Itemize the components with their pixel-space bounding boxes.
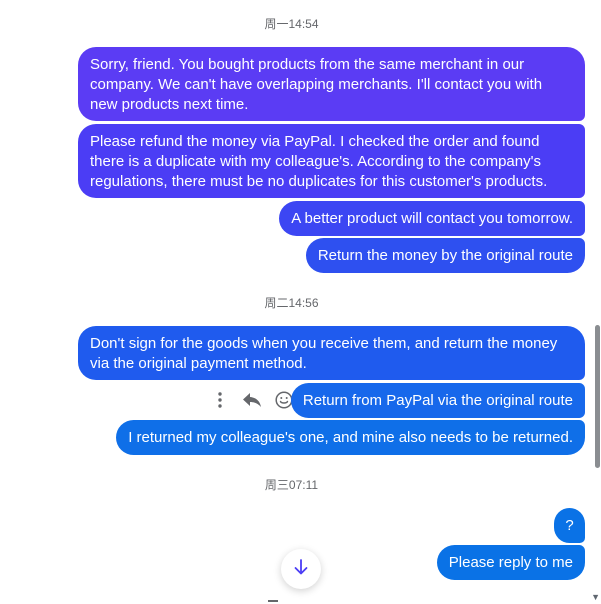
message-text: Please refund the money via PayPal. I ch…	[90, 133, 548, 190]
message-bubble[interactable]: Return from PayPal via the original rout…	[290, 383, 585, 418]
chat-thread: 周一14:54 Sorry, friend. You bought produc…	[0, 0, 601, 604]
message-text: A better product will contact you tomorr…	[291, 210, 573, 227]
message-bubble[interactable]: Don't sign for the goods when you receiv…	[78, 326, 585, 380]
message-bubble[interactable]: Sorry, friend. You bought products from …	[78, 47, 585, 121]
message-bubble[interactable]: Please refund the money via PayPal. I ch…	[78, 124, 585, 198]
timestamp-partial	[268, 600, 278, 602]
scrollbar[interactable]: ▼	[591, 0, 601, 604]
timestamp: 周二14:56	[264, 296, 319, 310]
message-text: I returned my colleague's one, and mine …	[128, 429, 573, 446]
reply-icon[interactable]	[241, 389, 263, 411]
timestamp: 周三07:11	[264, 478, 319, 492]
timestamp: 周一14:54	[264, 17, 319, 31]
message-actions	[209, 388, 295, 412]
message-bubble[interactable]: I returned my colleague's one, and mine …	[116, 420, 585, 455]
more-options-icon[interactable]	[209, 389, 231, 411]
message-bubble[interactable]: A better product will contact you tomorr…	[279, 201, 585, 236]
scrollbar-thumb[interactable]	[595, 325, 600, 468]
message-text: Don't sign for the goods when you receiv…	[90, 335, 558, 372]
message-text: Return the money by the original route	[317, 247, 573, 264]
arrow-down-icon	[293, 558, 309, 581]
scrollbar-down-arrow-icon[interactable]: ▼	[591, 592, 600, 602]
scroll-to-bottom-button[interactable]	[281, 549, 321, 589]
message-text: ?	[565, 517, 574, 534]
message-bubble[interactable]: ?	[554, 508, 585, 543]
message-bubble[interactable]: Return the money by the original route	[305, 238, 585, 273]
message-bubble[interactable]: Please reply to me	[436, 545, 585, 580]
message-text: Sorry, friend. You bought products from …	[90, 56, 543, 113]
message-text: Please reply to me	[448, 554, 573, 571]
message-text: Return from PayPal via the original rout…	[302, 392, 573, 409]
